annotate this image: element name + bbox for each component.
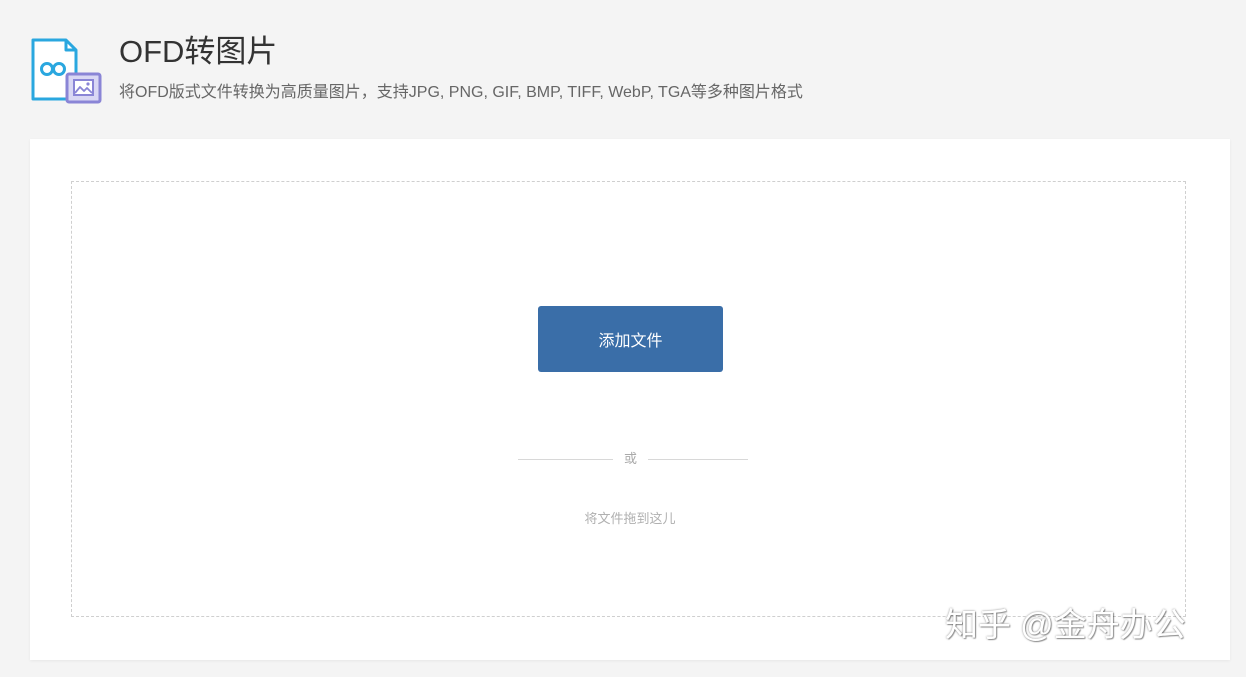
divider-line-left [518,459,613,460]
page-header: OFD转图片 将OFD版式文件转换为高质量图片，支持JPG, PNG, GIF,… [30,30,1210,110]
ofd-to-image-icon [31,38,102,104]
or-divider-text: 或 [623,451,637,466]
divider-line-right [648,459,748,460]
page-title: OFD转图片 [119,34,278,69]
watermark: 知乎 @金舟办公 [945,606,1186,643]
page-subtitle: 将OFD版式文件转换为高质量图片，支持JPG, PNG, GIF, BMP, T… [119,84,803,101]
file-dropzone[interactable]: 添加文件 或 将文件拖到这儿 [71,181,1186,617]
upload-panel: 添加文件 或 将文件拖到这儿 [30,139,1230,660]
drop-hint-text: 将文件拖到这儿 [584,511,676,526]
add-file-button[interactable]: 添加文件 [538,306,723,372]
